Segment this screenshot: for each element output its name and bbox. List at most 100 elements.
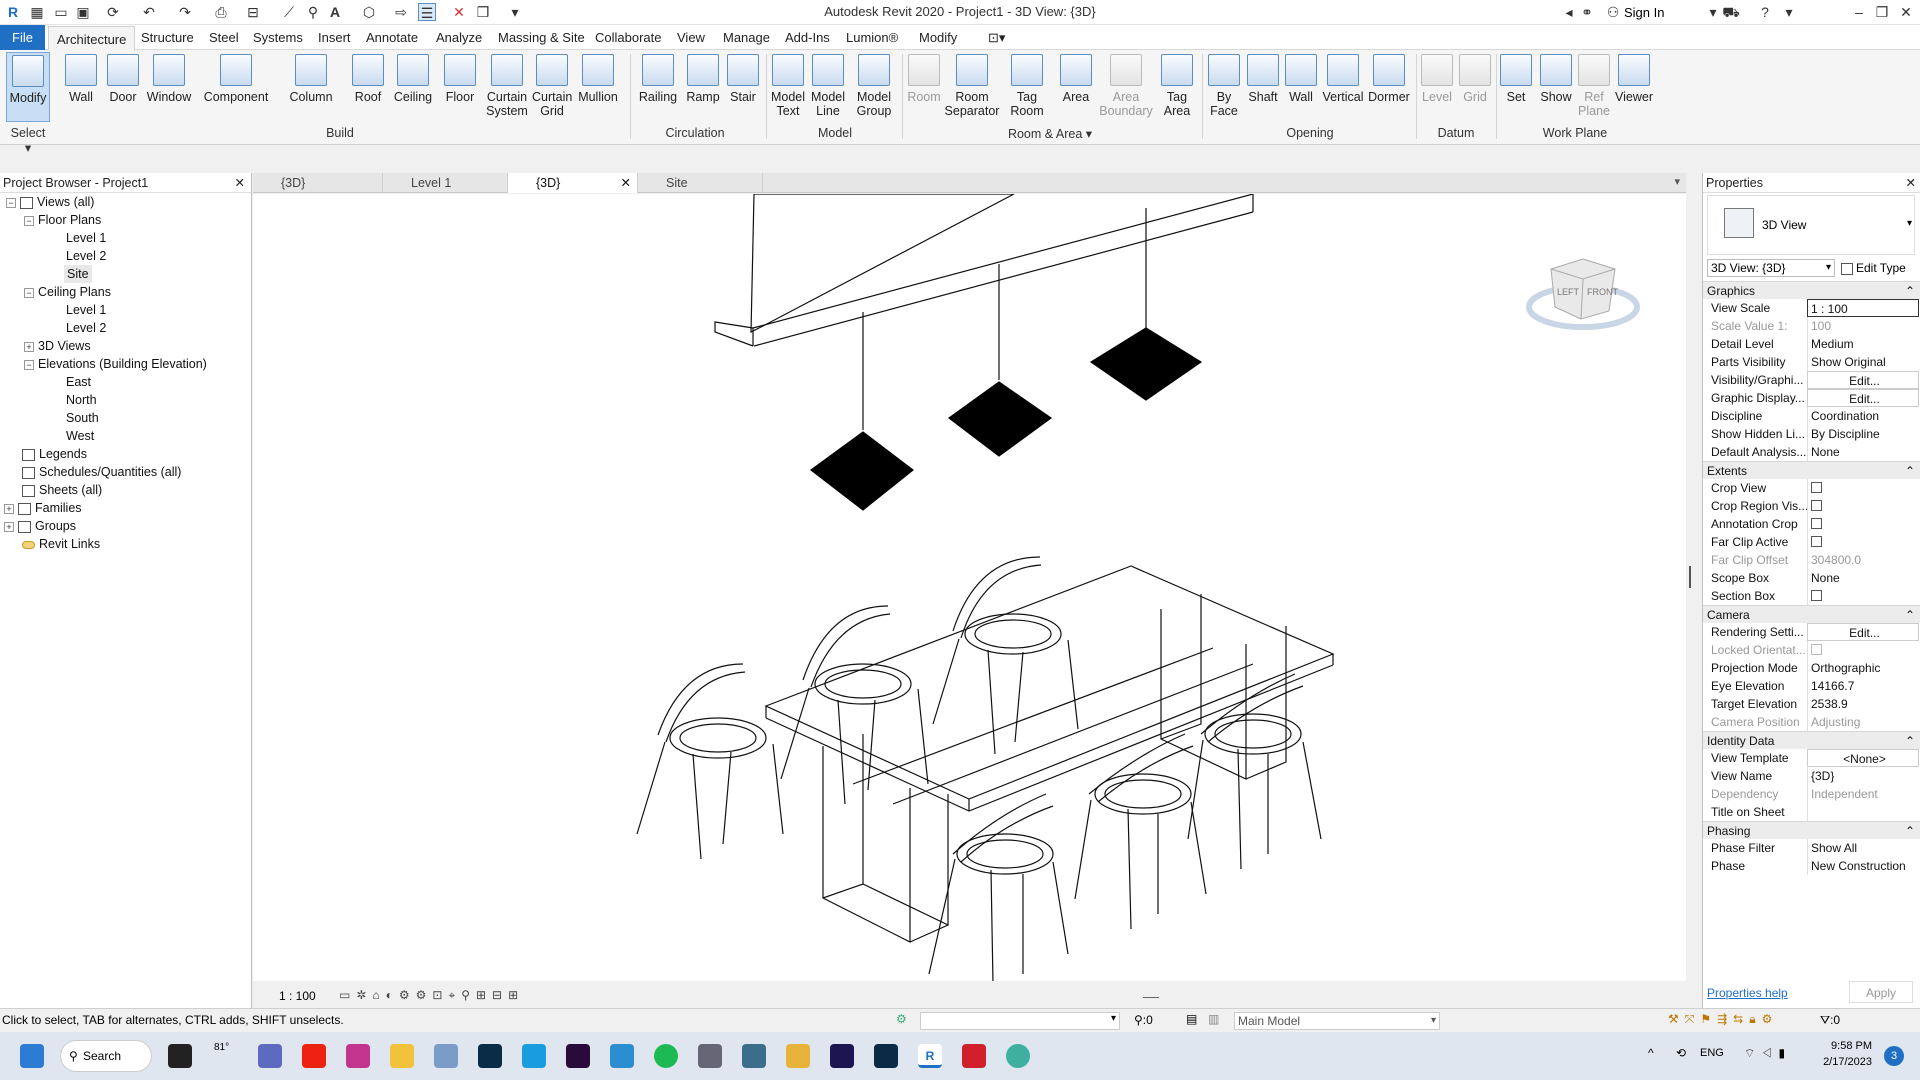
collapse-section-icon[interactable]: ⌃: [1905, 606, 1915, 624]
type-selector[interactable]: 3D View ▾: [1707, 195, 1915, 255]
restore-icon[interactable]: ❐: [1873, 3, 1891, 21]
lumion-icon[interactable]: [1006, 1044, 1030, 1068]
property-value[interactable]: None: [1807, 569, 1919, 587]
collapse-icon[interactable]: −: [6, 197, 16, 208]
door-button[interactable]: Door: [104, 52, 142, 104]
property-row[interactable]: Discipline Coordination: [1703, 407, 1920, 425]
after-effects-icon[interactable]: [830, 1044, 854, 1068]
property-row[interactable]: View Template <None>: [1703, 749, 1920, 767]
property-value[interactable]: 14166.7: [1807, 677, 1919, 695]
model-text-button[interactable]: Model Text: [768, 52, 808, 118]
pendant-lights[interactable]: [809, 327, 1203, 511]
viewer-button[interactable]: Viewer: [1612, 52, 1656, 104]
property-value[interactable]: 100: [1807, 317, 1919, 335]
file-explorer-icon[interactable]: [390, 1044, 414, 1068]
property-value[interactable]: [1807, 515, 1919, 533]
property-row[interactable]: Scale Value 1: 100: [1703, 317, 1920, 335]
property-row[interactable]: Dependency Independent: [1703, 785, 1920, 803]
tree-elevations[interactable]: − Elevations (Building Elevation): [24, 355, 207, 373]
property-section-header[interactable]: Phasing ⌃: [1703, 821, 1920, 839]
chair-back-center[interactable]: [780, 605, 929, 805]
view-tab-site[interactable]: Site: [638, 173, 763, 193]
close-icon[interactable]: ✕: [235, 173, 245, 193]
tab-lumion[interactable]: Lumion®: [838, 25, 906, 50]
wall-opening-button[interactable]: Wall: [1282, 52, 1320, 104]
worksets-icon[interactable]: ⚙: [896, 1012, 907, 1026]
media-icon[interactable]: [786, 1044, 810, 1068]
language-indicator[interactable]: ENG: [1700, 1047, 1724, 1059]
property-value[interactable]: <None>: [1807, 749, 1919, 767]
property-checkbox[interactable]: [1811, 590, 1822, 601]
tag-room-button[interactable]: Tag Room: [1004, 52, 1050, 118]
close-icon[interactable]: ✕: [1897, 3, 1915, 21]
property-row[interactable]: Visibility/Graphi... Edit...: [1703, 371, 1920, 389]
model-line-button[interactable]: Model Line: [808, 52, 848, 118]
help-icon[interactable]: ?: [1756, 3, 1774, 21]
contextual-toggle-icon[interactable]: ⊡▾: [980, 25, 1013, 50]
model-3d-wireframe[interactable]: [253, 193, 1686, 985]
tree-3d-views[interactable]: +3D Views: [24, 337, 91, 355]
shaft-button[interactable]: Shaft: [1244, 52, 1282, 104]
model-group-button[interactable]: Model Group: [850, 52, 898, 118]
property-value[interactable]: New Construction: [1807, 857, 1919, 875]
dropdown-icon[interactable]: ▾: [1907, 218, 1912, 229]
apply-button[interactable]: Apply: [1849, 981, 1913, 1003]
property-row[interactable]: Far Clip Active: [1703, 533, 1920, 551]
property-value[interactable]: Show All: [1807, 839, 1919, 857]
collapse-section-icon[interactable]: ⌃: [1905, 822, 1915, 840]
show-button[interactable]: Show: [1536, 52, 1576, 104]
group-select-label[interactable]: Select ▾: [6, 126, 50, 155]
tree-floor-plans[interactable]: − Floor Plans: [24, 211, 101, 229]
minimize-icon[interactable]: –: [1850, 3, 1868, 21]
cart-icon[interactable]: ⛟: [1722, 3, 1740, 21]
clock-time[interactable]: 9:58 PM: [1810, 1040, 1872, 1052]
chair-front-left[interactable]: [928, 793, 1069, 985]
property-section-header[interactable]: Identity Data ⌃: [1703, 731, 1920, 749]
property-row[interactable]: Phase Filter Show All: [1703, 839, 1920, 857]
property-row[interactable]: Camera Position Adjusting: [1703, 713, 1920, 731]
tab-collaborate[interactable]: Collaborate: [587, 25, 670, 50]
tab-menu-icon[interactable]: ▾: [1674, 175, 1680, 188]
tree-floor-site[interactable]: Site: [64, 265, 92, 283]
tab-file[interactable]: File: [0, 25, 45, 50]
collapse-section-icon[interactable]: ⌃: [1905, 732, 1915, 750]
property-row[interactable]: Annotation Crop: [1703, 515, 1920, 533]
chair-back-left[interactable]: [636, 663, 784, 860]
property-value[interactable]: Coordination: [1807, 407, 1919, 425]
tree-ceiling-level-1[interactable]: Level 1: [66, 301, 106, 319]
tag-area-button[interactable]: Tag Area: [1156, 52, 1198, 118]
view-tab-3d-a[interactable]: {3D}: [253, 173, 383, 193]
network-volume-battery-icons[interactable]: ⌔◁▮: [1744, 1046, 1791, 1061]
photos-icon[interactable]: [434, 1044, 458, 1068]
lightroom-icon[interactable]: [478, 1044, 502, 1068]
view-tab-level-1[interactable]: Level 1: [383, 173, 508, 193]
tab-manage[interactable]: Manage: [715, 25, 778, 50]
curtain-system-button[interactable]: Curtain System: [484, 52, 530, 118]
collapse-icon[interactable]: −: [24, 215, 34, 226]
curtain-grid-button[interactable]: Curtain Grid: [532, 52, 572, 118]
property-row[interactable]: Eye Elevation 14166.7: [1703, 677, 1920, 695]
property-value[interactable]: Edit...: [1807, 623, 1919, 641]
tree-sheets[interactable]: Sheets (all): [22, 481, 102, 499]
selection-filter-icons[interactable]: ⚒⤧⚑⇶⇆🔒︎⚙: [1668, 1012, 1778, 1027]
collapse-icon[interactable]: −: [24, 359, 34, 370]
property-row[interactable]: View Scale 1 : 100: [1703, 299, 1920, 317]
tray-icon[interactable]: ⟲: [1676, 1046, 1686, 1060]
editable-only-icon[interactable]: ⚲:0: [1134, 1013, 1153, 1027]
filter-icon[interactable]: ⛛:0: [1820, 1013, 1840, 1028]
tab-architecture[interactable]: Architecture: [48, 26, 136, 51]
tree-ceiling-level-2[interactable]: Level 2: [66, 319, 106, 337]
stair-button[interactable]: Stair: [724, 52, 762, 104]
property-value[interactable]: Edit...: [1807, 371, 1919, 389]
property-value[interactable]: By Discipline: [1807, 425, 1919, 443]
property-row[interactable]: Target Elevation 2538.9: [1703, 695, 1920, 713]
notification-badge[interactable]: 3: [1884, 1046, 1904, 1066]
opera-icon[interactable]: [302, 1044, 326, 1068]
tree-elev-east[interactable]: East: [66, 373, 91, 391]
property-row[interactable]: Locked Orientat...: [1703, 641, 1920, 659]
tree-floor-level-2[interactable]: Level 2: [66, 247, 106, 265]
property-row[interactable]: Crop View: [1703, 479, 1920, 497]
scroll-indicator[interactable]: [1689, 566, 1691, 588]
level-button[interactable]: Level: [1418, 52, 1456, 104]
collapse-icon[interactable]: −: [24, 287, 34, 298]
